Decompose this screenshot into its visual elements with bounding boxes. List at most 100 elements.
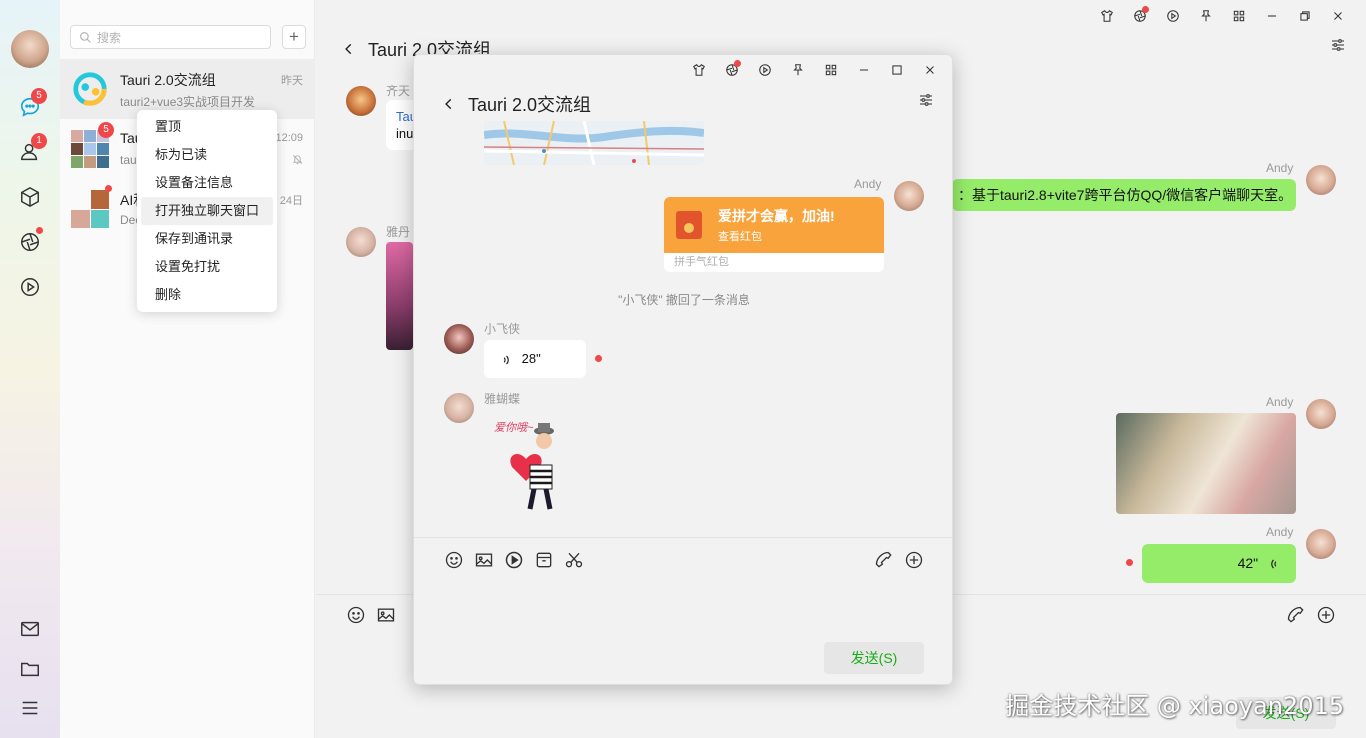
play-icon[interactable] xyxy=(18,275,42,299)
sender-name: Andy xyxy=(1266,161,1294,175)
emoji-icon[interactable] xyxy=(444,550,464,570)
voice-duration: 42" xyxy=(1237,555,1259,571)
add-button[interactable]: + xyxy=(282,25,306,49)
pin-icon[interactable] xyxy=(781,59,814,81)
sender-avatar[interactable] xyxy=(346,227,376,257)
location-map-message[interactable] xyxy=(484,121,704,165)
mail-icon[interactable] xyxy=(18,617,42,641)
shirt-icon[interactable] xyxy=(682,59,715,81)
voice-message[interactable]: 28" xyxy=(484,340,586,378)
message-bubble: ：基于tauri2.8+vite7跨平台仿QQ/微信客户端聊天室。 xyxy=(952,179,1296,211)
cube-icon[interactable] xyxy=(18,185,42,209)
standalone-chat-window: Tauri 2.0交流组 Andy 爱拼才会赢，加油! 查看红包 拼手气红包 "… xyxy=(413,54,953,685)
scissors-icon[interactable] xyxy=(564,550,584,570)
voice-message[interactable]: 42" xyxy=(1142,544,1296,583)
sender-avatar[interactable] xyxy=(444,393,474,423)
image-icon[interactable] xyxy=(474,550,494,570)
sender-avatar[interactable] xyxy=(1306,529,1336,559)
menu-item-set-remark[interactable]: 设置备注信息 xyxy=(141,169,273,197)
sender-avatar[interactable] xyxy=(894,181,924,211)
menu-item-delete[interactable]: 删除 xyxy=(141,281,273,309)
file-box-icon[interactable] xyxy=(534,550,554,570)
maximize-icon[interactable] xyxy=(880,59,913,81)
window-controls xyxy=(1090,5,1354,27)
group-avatar xyxy=(71,190,109,228)
plus-circle-icon[interactable] xyxy=(904,550,924,570)
user-avatar[interactable] xyxy=(11,30,49,68)
sender-avatar[interactable] xyxy=(346,86,376,116)
minimize-icon[interactable] xyxy=(1255,5,1288,27)
phone-icon[interactable] xyxy=(874,550,894,570)
menu-item-mute[interactable]: 设置免打扰 xyxy=(141,253,273,281)
image-message[interactable] xyxy=(386,242,413,350)
search-input[interactable]: 搜索 xyxy=(70,25,271,49)
image-icon[interactable] xyxy=(376,605,396,625)
chat-title: Tauri 2.0交流组 xyxy=(468,95,592,115)
conversation-preview: tauri2+vue3实战项目开发 xyxy=(120,95,256,109)
close-icon[interactable] xyxy=(1321,5,1354,27)
restore-icon[interactable] xyxy=(1288,5,1321,27)
mute-bell-icon xyxy=(292,153,303,165)
folder-icon[interactable] xyxy=(18,657,42,681)
aperture-dot xyxy=(36,227,43,234)
nav-rail: 5 1 xyxy=(0,0,60,738)
sender-avatar[interactable] xyxy=(444,324,474,354)
red-packet-footer: 拼手气红包 xyxy=(674,256,729,268)
sender-name: Andy xyxy=(1266,525,1294,539)
system-message: "小飞侠" 撤回了一条消息 xyxy=(618,293,750,307)
sender-name: Andy xyxy=(1266,395,1294,409)
aperture-icon[interactable] xyxy=(715,59,748,81)
menu-item-mark-read[interactable]: 标为已读 xyxy=(141,141,273,169)
sender-avatar[interactable] xyxy=(1306,165,1336,195)
settings-sliders-icon[interactable] xyxy=(1330,37,1346,53)
voice-wave-icon xyxy=(503,355,509,365)
sender-name: 雅蝴蝶 xyxy=(484,392,521,406)
conversation-time: 昨天 xyxy=(281,75,303,87)
sender-name: 齐天 xyxy=(386,84,411,98)
close-icon[interactable] xyxy=(913,59,946,81)
aperture-icon[interactable] xyxy=(1123,5,1156,27)
menu-item-pin[interactable]: 置顶 xyxy=(141,113,273,141)
unread-dot xyxy=(1126,559,1133,566)
window-controls xyxy=(682,59,946,81)
voice-duration: 28" xyxy=(521,351,541,366)
red-packet-sub: 查看红包 xyxy=(718,231,762,243)
input-area: 发送(S) xyxy=(414,537,952,684)
send-button[interactable]: 发送(S) xyxy=(824,642,924,674)
back-icon[interactable] xyxy=(342,42,356,56)
message-text: ：基于tauri2.8+vite7跨平台仿QQ/微信客户端聊天室。 xyxy=(958,187,1293,203)
shirt-icon[interactable] xyxy=(1090,5,1123,27)
conversation-time: 24日 xyxy=(279,195,303,207)
menu-item-save-contacts[interactable]: 保存到通讯录 xyxy=(141,225,273,253)
grid-icon[interactable] xyxy=(1222,5,1255,27)
sender-name: 小飞侠 xyxy=(484,322,521,336)
sticker-caption: 爱你哦~ xyxy=(494,422,534,434)
plus-circle-icon[interactable] xyxy=(1316,605,1336,625)
unread-dot xyxy=(105,185,112,192)
conversation-preview: tau xyxy=(120,153,137,167)
sender-avatar[interactable] xyxy=(1306,399,1336,429)
search-icon xyxy=(80,31,91,43)
back-icon[interactable] xyxy=(442,97,456,111)
menu-item-open-window[interactable]: 打开独立聊天窗口 xyxy=(141,197,273,225)
context-menu: 置顶 标为已读 设置备注信息 打开独立聊天窗口 保存到通讯录 设置免打扰 删除 xyxy=(137,110,277,312)
menu-icon[interactable] xyxy=(18,696,42,720)
play-icon[interactable] xyxy=(1156,5,1189,27)
grid-icon[interactable] xyxy=(814,59,847,81)
contacts-badge: 1 xyxy=(31,133,47,149)
tauri-logo-avatar xyxy=(71,70,109,108)
play-icon[interactable] xyxy=(748,59,781,81)
image-message[interactable] xyxy=(1116,413,1296,514)
unread-dot xyxy=(595,355,602,362)
sender-name: Andy xyxy=(854,177,882,191)
red-packet-icon xyxy=(676,211,702,239)
phone-icon[interactable] xyxy=(1286,605,1306,625)
minimize-icon[interactable] xyxy=(847,59,880,81)
red-packet-title: 爱拼才会赢，加油! xyxy=(718,208,835,224)
settings-sliders-icon[interactable] xyxy=(918,92,934,108)
watermark: 掘金技术社区 @ xiaoyan2015 xyxy=(1005,692,1344,720)
red-packet-message[interactable]: 爱拼才会赢，加油! 查看红包 拼手气红包 xyxy=(664,197,884,272)
emoji-icon[interactable] xyxy=(346,605,366,625)
pin-icon[interactable] xyxy=(1189,5,1222,27)
video-play-icon[interactable] xyxy=(504,550,524,570)
